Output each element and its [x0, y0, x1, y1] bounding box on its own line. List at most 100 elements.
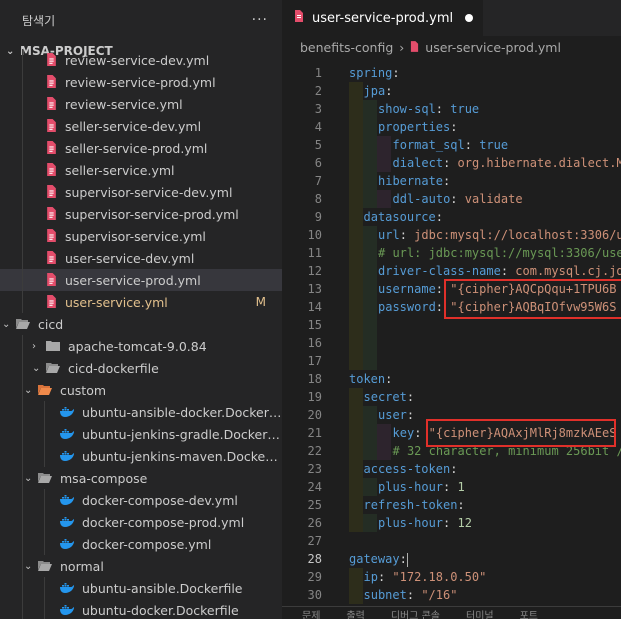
code-line[interactable]: 24 plus-hour: 1 — [282, 478, 621, 496]
code-line[interactable]: 9 datasource: — [282, 208, 621, 226]
code-line[interactable]: 1 spring: — [282, 64, 621, 82]
tree-file[interactable]: review-service-prod.yml — [0, 71, 282, 93]
tree-file[interactable]: ubuntu-jenkins-maven.Dockerf... — [0, 445, 282, 467]
line-number: 24 — [307, 480, 322, 494]
tree-folder[interactable]: ⌄ custom — [0, 379, 282, 401]
code-line[interactable]: 16 — [282, 334, 621, 352]
unsaved-dot-icon[interactable] — [465, 14, 474, 22]
code-line[interactable]: 23 access-token: — [282, 460, 621, 478]
code-line[interactable]: 11 # url: jdbc:mysql://mysql:3306/use — [282, 244, 621, 262]
indent-rainbow — [363, 154, 377, 172]
tree-file[interactable]: review-service-dev.yml — [0, 49, 282, 71]
code-token: hibernate — [378, 174, 444, 188]
tree-item-label: review-service.yml — [65, 96, 183, 112]
tree-file[interactable]: supervisor-service-dev.yml — [0, 181, 282, 203]
code-line[interactable]: 8 ddl-auto: validate — [282, 190, 621, 208]
text-cursor — [406, 552, 408, 567]
indent-rainbow — [363, 478, 377, 496]
code-line[interactable]: 19 secret: — [282, 388, 621, 406]
tab-user-service-prod[interactable]: user-service-prod.yml — [282, 0, 484, 36]
tree-file[interactable]: ubuntu-ansible-docker.Dockerf... — [0, 401, 282, 423]
tree-file[interactable]: ubuntu-docker.Dockerfile — [0, 599, 282, 619]
code-line[interactable]: 28 gateway: — [282, 550, 621, 568]
line-text: datasource: — [364, 208, 443, 226]
tree-folder[interactable]: ⌄ cicd — [0, 313, 282, 335]
code-line[interactable]: 29 ip: "172.18.0.50" — [282, 568, 621, 586]
code-line[interactable]: 17 — [282, 352, 621, 370]
indent-rainbow — [349, 208, 363, 226]
line-number: 12 — [307, 264, 322, 278]
folder-open-icon — [46, 361, 60, 375]
line-number: 21 — [307, 426, 322, 440]
tree-folder[interactable]: › apache-tomcat-9.0.84 — [0, 335, 282, 357]
code-line[interactable]: 26 plus-hour: 12 — [282, 514, 621, 532]
code-line[interactable]: 12 driver-class-name: com.mysql.cj.jd — [282, 262, 621, 280]
code-token: jpa — [363, 84, 386, 98]
tree-file[interactable]: user-service-dev.yml — [0, 247, 282, 269]
indent-guide — [22, 599, 23, 619]
tree-file[interactable]: supervisor-service.yml — [0, 225, 282, 247]
line-text: jpa: — [364, 82, 393, 100]
code-line[interactable]: 4 properties: — [282, 118, 621, 136]
code-token: : — [457, 498, 465, 512]
code-line[interactable]: 18 token: — [282, 370, 621, 388]
tree-file[interactable]: seller-service-dev.yml — [0, 115, 282, 137]
code-token: com.mysql.cj.jd — [515, 264, 621, 278]
tree-file[interactable]: ubuntu-jenkins-gradle.Dockerfile — [0, 423, 282, 445]
panel-tab[interactable]: 터미널 — [466, 607, 494, 619]
tree-file[interactable]: seller-service-prod.yml — [0, 137, 282, 159]
panel-tab[interactable]: 문제 — [302, 607, 320, 619]
indent-guide — [44, 533, 45, 555]
tree-item-label: review-service-dev.yml — [65, 52, 210, 68]
indent-guide — [22, 445, 23, 467]
tree-file[interactable]: review-service.yml — [0, 93, 282, 115]
code-token: : — [385, 84, 393, 98]
panel-tab[interactable]: 포트 — [520, 607, 538, 619]
code-token: : — [399, 228, 415, 242]
tree-file[interactable]: supervisor-service-prod.yml — [0, 203, 282, 225]
tree-file[interactable]: user-service.yml M — [0, 291, 282, 313]
panel-tab[interactable]: 출력 — [346, 607, 364, 619]
code-line[interactable]: 27 — [282, 532, 621, 550]
indent-guide — [44, 577, 45, 599]
panel-tab[interactable]: 디버그 콘솔 — [391, 607, 440, 619]
breadcrumb-file[interactable]: user-service-prod.yml — [425, 40, 561, 55]
docker-icon — [60, 603, 75, 617]
breadcrumb-folder[interactable]: benefits-config — [300, 40, 393, 55]
tree-file[interactable]: seller-service.yml — [0, 159, 282, 181]
line-number: 23 — [307, 462, 322, 476]
indent-rainbow — [377, 136, 391, 154]
tree-file[interactable]: ubuntu-ansible.Dockerfile — [0, 577, 282, 599]
code-line[interactable]: 30 subnet: "/16" — [282, 586, 621, 604]
code-line[interactable]: 3 show-sql: true — [282, 100, 621, 118]
tree-file[interactable]: docker-compose-prod.yml — [0, 511, 282, 533]
breadcrumb: benefits-config › user-service-prod.yml — [282, 36, 621, 58]
tree-file[interactable]: user-service-prod.yml — [0, 269, 282, 291]
code-line[interactable]: 7 hibernate: — [282, 172, 621, 190]
indent-rainbow — [349, 478, 363, 496]
code-line[interactable]: 25 refresh-token: — [282, 496, 621, 514]
code-line[interactable]: 5 format_sql: true — [282, 136, 621, 154]
code-line[interactable]: 6 dialect: org.hibernate.dialect.M — [282, 154, 621, 172]
line-number: 19 — [307, 390, 322, 404]
code-line[interactable]: 10 url: jdbc:mysql://localhost:3306/u — [282, 226, 621, 244]
line-number: 22 — [307, 444, 322, 458]
docker-icon — [60, 449, 75, 463]
indent-rainbow — [349, 568, 363, 586]
tree-folder[interactable]: ⌄ cicd-dockerfile — [0, 357, 282, 379]
tree-file[interactable]: docker-compose-dev.yml — [0, 489, 282, 511]
code-editor[interactable]: 1 spring: 2 jpa: 3 show-sql: true 4 properties:… — [282, 64, 621, 604]
line-text: dialect: org.hibernate.dialect.M — [393, 154, 621, 172]
code-line[interactable]: 2 jpa: — [282, 82, 621, 100]
tree-item-label: supervisor-service-dev.yml — [65, 184, 233, 200]
tree-folder[interactable]: ⌄ normal — [0, 555, 282, 577]
indent-rainbow — [349, 586, 363, 604]
line-number: 10 — [307, 228, 322, 242]
tree-file[interactable]: docker-compose.yml — [0, 533, 282, 555]
code-token: "/16" — [421, 588, 458, 602]
tree-item-label: seller-service-prod.yml — [65, 140, 208, 156]
more-actions-icon[interactable]: ··· — [252, 12, 268, 28]
indent-guide — [22, 357, 23, 379]
line-text: refresh-token: — [364, 496, 465, 514]
tree-folder[interactable]: ⌄ msa-compose — [0, 467, 282, 489]
